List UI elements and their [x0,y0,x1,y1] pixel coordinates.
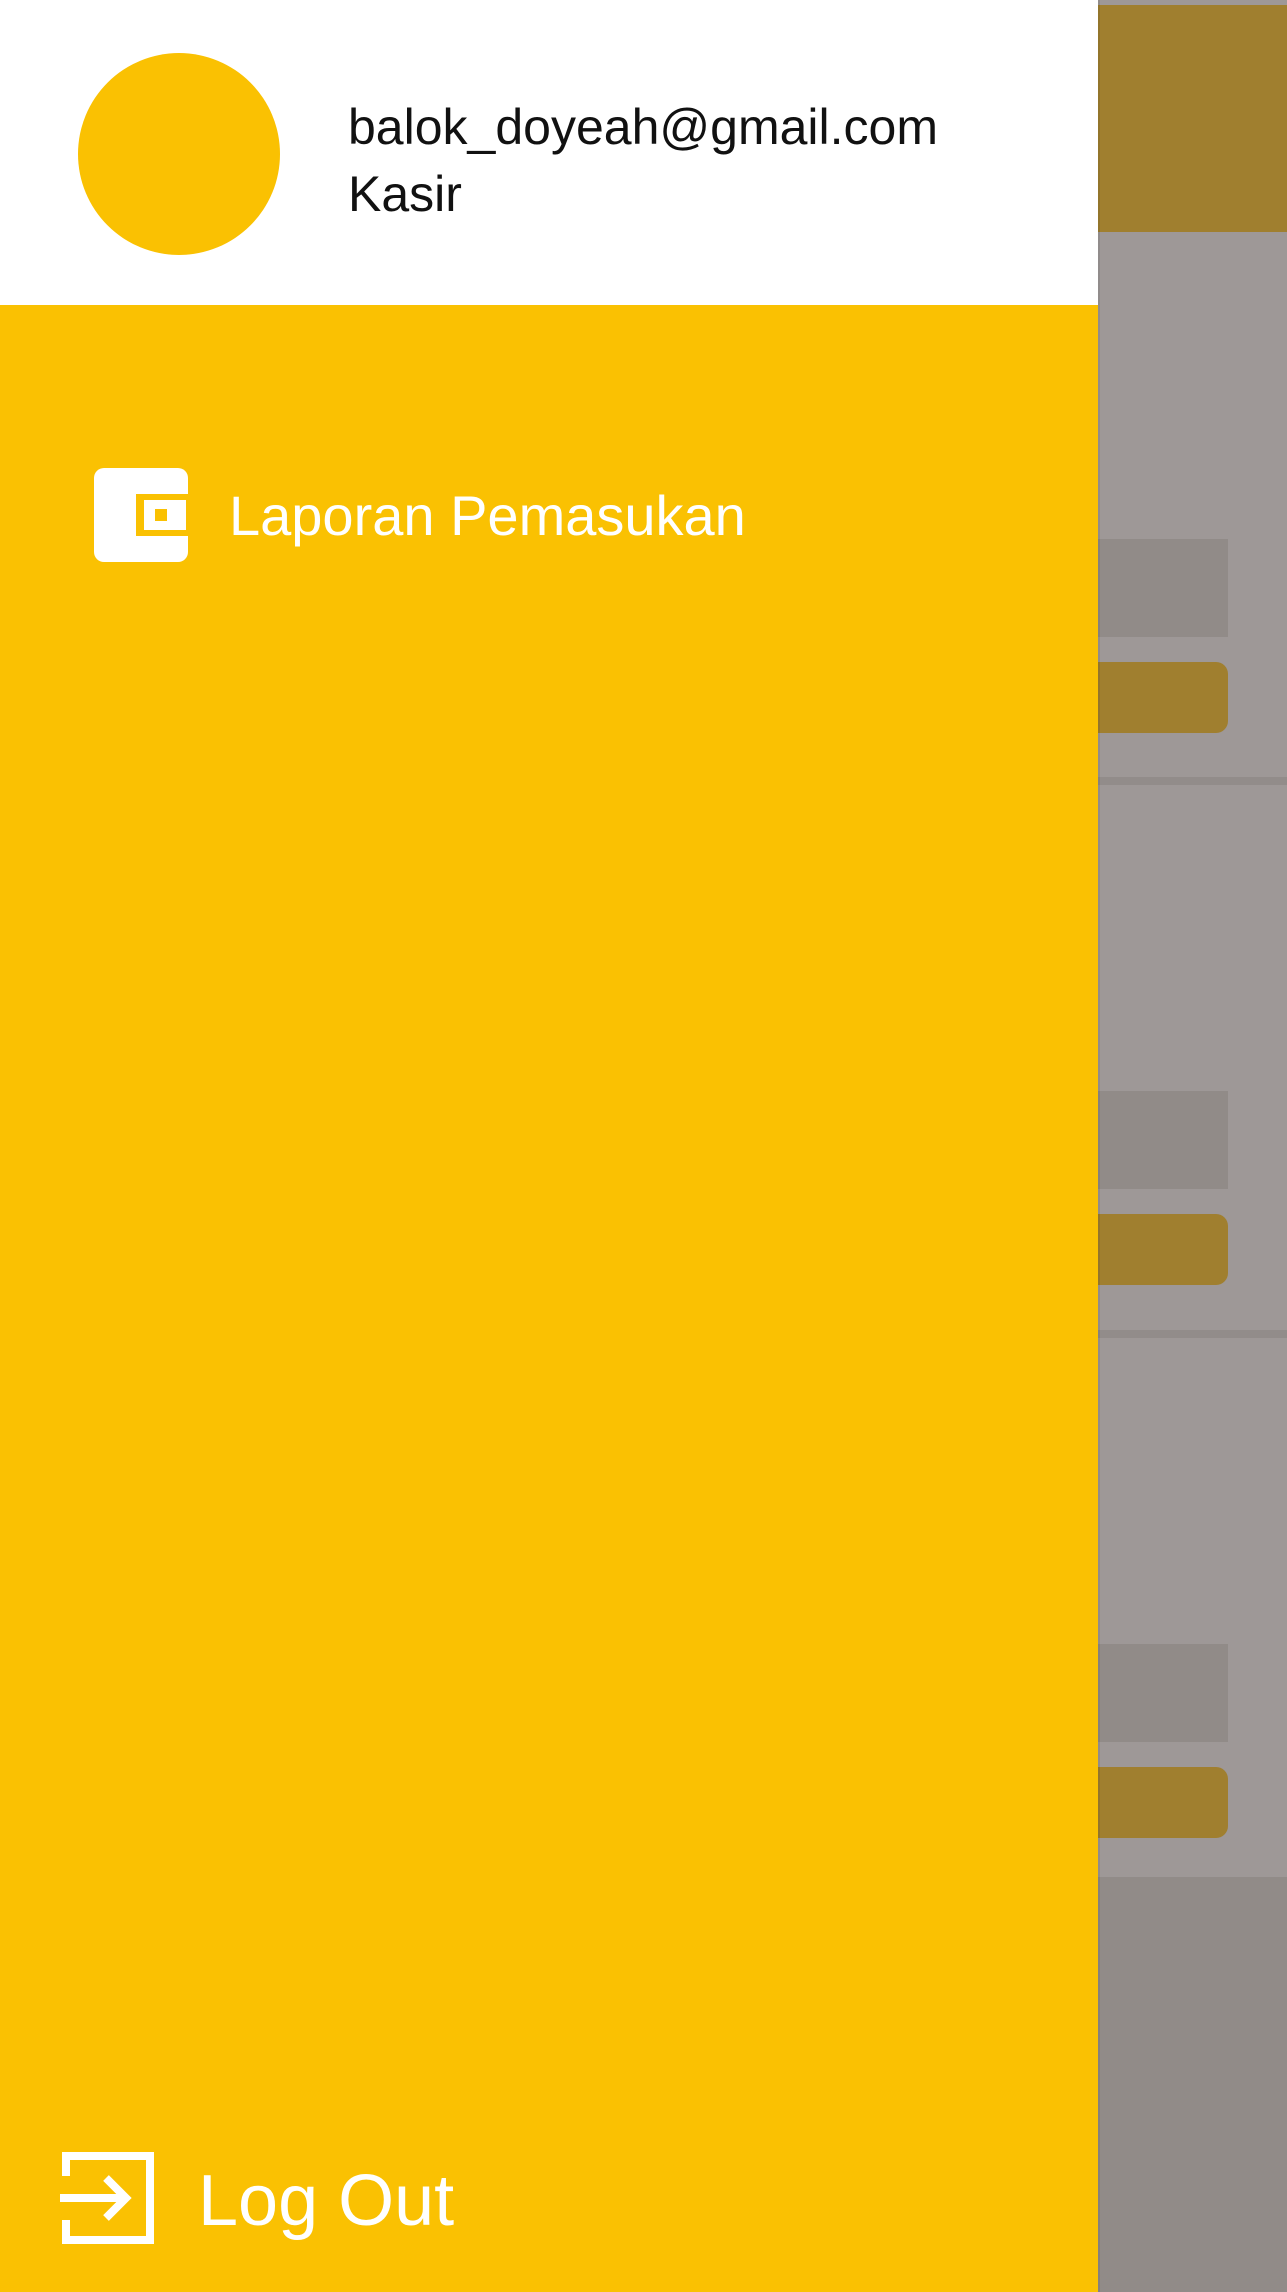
logout-icon [60,2152,154,2244]
logout-label: Log Out [198,2161,455,2241]
user-role: Kasir [348,166,462,222]
logout-button[interactable]: Log Out [0,2130,1098,2270]
wallet-icon [94,468,188,562]
menu-item-label: Laporan Pemasukan [229,484,746,547]
drawer-edge [1098,0,1100,2292]
drawer-scrim[interactable] [1098,0,1287,2292]
avatar [78,53,280,255]
menu-item-laporan-pemasukan[interactable]: Laporan Pemasukan [0,440,1098,590]
drawer-header: balok_doyeah@gmail.com Kasir [0,0,1098,305]
navigation-drawer: balok_doyeah@gmail.com Kasir Laporan Pem… [0,0,1098,2292]
user-email: balok_doyeah@gmail.com [348,99,938,155]
